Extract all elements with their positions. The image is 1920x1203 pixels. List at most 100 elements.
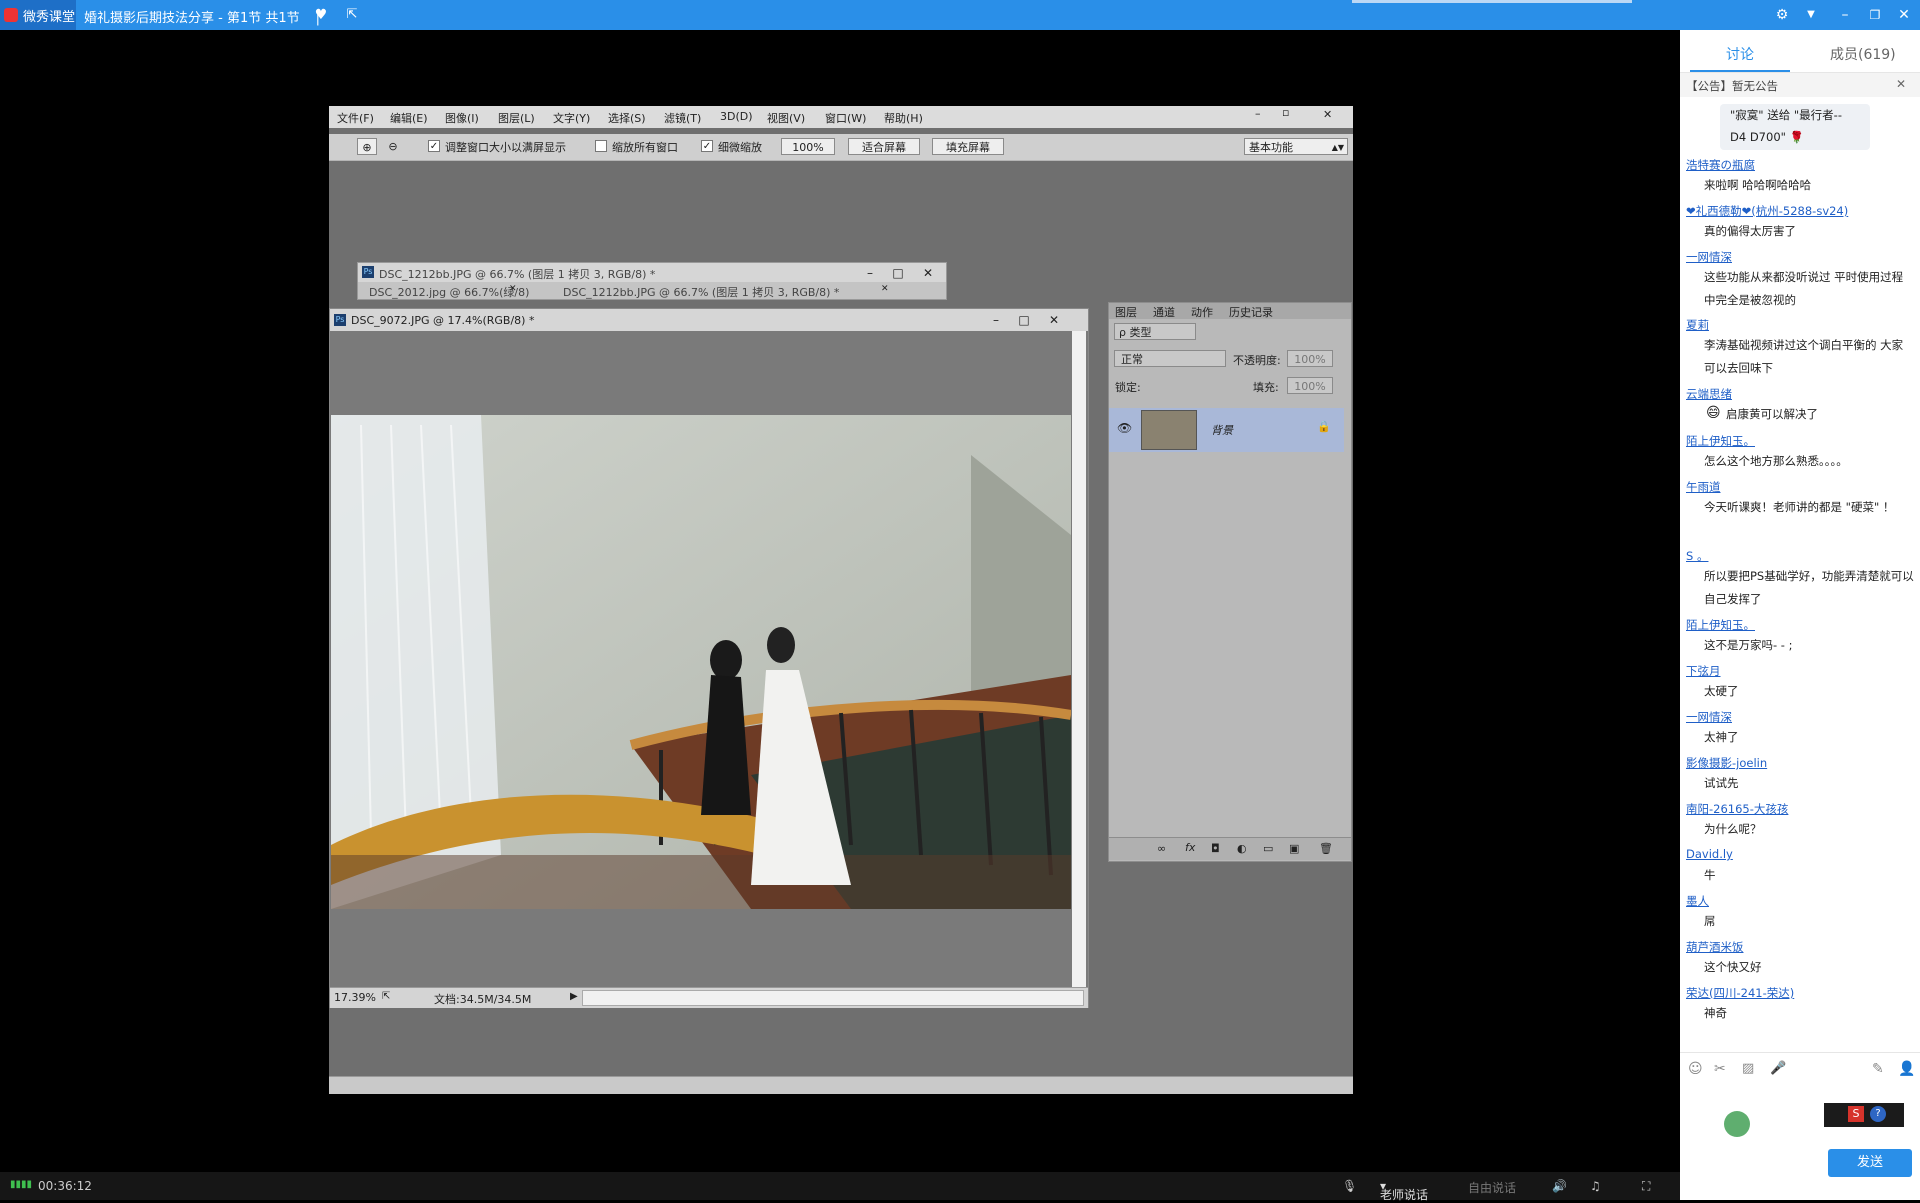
scissors-icon[interactable]: ✂: [1714, 1061, 1726, 1077]
chat-username[interactable]: 浩特赛の瓶腐: [1686, 157, 1755, 173]
zoom-out-icon[interactable]: ⊖: [383, 138, 403, 155]
layer-row-background[interactable]: 👁 背景 🔒: [1109, 408, 1344, 452]
tab-members[interactable]: 成员(619): [1830, 44, 1896, 64]
fill-input[interactable]: 100%: [1287, 377, 1333, 394]
zoom-level[interactable]: 17.39%: [334, 991, 376, 1004]
fit-screen-button[interactable]: 适合屏幕: [848, 138, 920, 155]
layer-kind-filter[interactable]: ρ 类型: [1114, 323, 1196, 340]
doc-back-close-icon[interactable]: ✕: [918, 265, 938, 281]
send-button[interactable]: 发送: [1828, 1149, 1912, 1177]
horizontal-scrollbar[interactable]: [582, 990, 1084, 1006]
doc-tab-1-close-icon[interactable]: ✕: [509, 284, 517, 294]
ps-restore-icon[interactable]: ▫: [1282, 106, 1289, 119]
menu-image[interactable]: 图像(I): [445, 110, 479, 126]
zoom-in-icon[interactable]: ⊕: [357, 138, 377, 155]
chat-username[interactable]: 南阳-26165-大孩孩: [1686, 801, 1788, 817]
image-icon[interactable]: ▨: [1742, 1061, 1754, 1076]
menu-select[interactable]: 选择(S): [608, 110, 646, 126]
mic-icon[interactable]: 🎤: [1770, 1061, 1786, 1076]
scrubby-zoom-checkbox[interactable]: ✓: [701, 140, 713, 152]
trash-icon[interactable]: 🗑: [1319, 842, 1333, 855]
doc-tab-1[interactable]: DSC_2012.jpg @ 66.7%(绿/8): [369, 284, 529, 300]
tab-layers[interactable]: 图层: [1115, 304, 1137, 320]
menu-filter[interactable]: 滤镜(T): [664, 110, 701, 126]
free-talk-mode[interactable]: 自由说话: [1468, 1179, 1516, 1196]
menu-help[interactable]: 帮助(H): [884, 110, 923, 126]
tab-discussion[interactable]: 讨论: [1726, 44, 1754, 64]
app-logo[interactable]: 微秀课堂: [0, 0, 76, 30]
menu-type[interactable]: 文字(Y): [553, 110, 590, 126]
tab-actions[interactable]: 动作: [1191, 304, 1213, 320]
fx-icon[interactable]: fx: [1185, 841, 1195, 854]
chat-username[interactable]: 一网情深: [1686, 709, 1732, 725]
chat-username[interactable]: 下弦月: [1686, 663, 1721, 679]
doc-front-restore-icon[interactable]: □: [1014, 312, 1034, 328]
adjustment-icon[interactable]: ◐: [1237, 842, 1247, 855]
smiley-icon[interactable]: ☺: [1688, 1061, 1703, 1077]
new-layer-icon[interactable]: ▣: [1289, 842, 1299, 855]
menu-view[interactable]: 视图(V): [767, 110, 805, 126]
mic-muted-icon[interactable]: 🎙: [1342, 1179, 1357, 1193]
visibility-eye-icon[interactable]: 👁: [1117, 421, 1132, 435]
ime-toolbar[interactable]: S ?: [1824, 1103, 1904, 1127]
chat-username[interactable]: 午雨道: [1686, 479, 1721, 495]
ps-minimize-icon[interactable]: –: [1255, 107, 1261, 120]
doc-front-minimize-icon[interactable]: –: [986, 312, 1006, 328]
chat-username[interactable]: 葫芦酒米饭: [1686, 939, 1744, 955]
mask-icon[interactable]: ◘: [1211, 842, 1220, 855]
status-arrow-icon[interactable]: ▶: [570, 991, 578, 1002]
chat-username[interactable]: 夏莉: [1686, 317, 1709, 333]
dropdown-icon[interactable]: ▼: [1802, 6, 1820, 24]
doc-back-restore-icon[interactable]: □: [888, 265, 908, 281]
menu-3d[interactable]: 3D(D): [720, 110, 753, 123]
ps-close-icon[interactable]: ✕: [1323, 108, 1332, 121]
doc-tab-2-close-icon[interactable]: ✕: [881, 284, 889, 294]
menu-file[interactable]: 文件(F): [337, 110, 374, 126]
chat-username[interactable]: 陌上伊知玉。: [1686, 617, 1755, 633]
menu-window[interactable]: 窗口(W): [825, 110, 866, 126]
doc-back-minimize-icon[interactable]: –: [860, 265, 880, 281]
restore-icon[interactable]: ❐: [1866, 6, 1884, 24]
chat-username[interactable]: S 。: [1686, 548, 1708, 564]
tab-history[interactable]: 历史记录: [1229, 304, 1273, 320]
menu-layer[interactable]: 图层(L): [498, 110, 535, 126]
chat-username[interactable]: ❤礼西德勒❤(杭州-5288-sv24): [1686, 203, 1848, 219]
chat-username[interactable]: 影像摄影-joelin: [1686, 755, 1767, 771]
notice-close-icon[interactable]: ✕: [1896, 77, 1906, 91]
doc-window-back[interactable]: Ps DSC_1212bb.JPG @ 66.7% (图层 1 拷贝 3, RG…: [357, 262, 947, 300]
opacity-input[interactable]: 100%: [1287, 350, 1333, 367]
resize-windows-checkbox[interactable]: ✓: [428, 140, 440, 152]
volume-icon[interactable]: 🔊: [1552, 1179, 1567, 1193]
blend-mode-select[interactable]: 正常: [1114, 350, 1226, 367]
menu-edit[interactable]: 编辑(E): [390, 110, 428, 126]
doc-front-close-icon[interactable]: ✕: [1044, 312, 1064, 328]
chat-username[interactable]: 一网情深: [1686, 249, 1732, 265]
tab-channels[interactable]: 通道: [1153, 304, 1175, 320]
export-icon[interactable]: ⇱: [382, 991, 390, 1002]
help-icon[interactable]: ?: [1870, 1106, 1886, 1122]
workspace-select[interactable]: 基本功能 ▲▼: [1244, 138, 1348, 155]
gear-icon[interactable]: ⚙: [1773, 6, 1791, 24]
zoom-all-checkbox[interactable]: [595, 140, 607, 152]
zoom-100-button[interactable]: 100%: [781, 138, 835, 155]
chat-username[interactable]: 陌上伊知玉。: [1686, 433, 1755, 449]
chat-username[interactable]: 云端思绪: [1686, 386, 1732, 402]
music-icon[interactable]: ♫: [1590, 1179, 1601, 1193]
share-icon[interactable]: ⇱: [343, 6, 361, 24]
doc-window-front[interactable]: Ps DSC_9072.JPG @ 17.4%(RGB/8) * – □ ✕ 1…: [329, 308, 1089, 1008]
folder-icon[interactable]: ▭: [1263, 842, 1273, 855]
fill-screen-button[interactable]: 填充屏幕: [932, 138, 1004, 155]
minimize-icon[interactable]: –: [1836, 6, 1854, 24]
vertical-scrollbar[interactable]: [1072, 331, 1086, 987]
doc-tab-2[interactable]: DSC_1212bb.JPG @ 66.7% (图层 1 拷贝 3, RGB/8…: [563, 284, 839, 300]
chat-username[interactable]: 墨人: [1686, 893, 1709, 909]
close-icon[interactable]: ✕: [1895, 6, 1913, 24]
chat-username[interactable]: David.ly: [1686, 847, 1733, 861]
link-icon[interactable]: ∞: [1157, 842, 1166, 855]
heart-icon[interactable]: ♥: [312, 6, 330, 24]
fullscreen-icon[interactable]: ⛶: [1642, 1179, 1650, 1194]
edit-icon[interactable]: ✎: [1872, 1061, 1884, 1077]
chat-username[interactable]: 荣达(四川-241-荣达): [1686, 985, 1794, 1001]
teacher-talk-mode[interactable]: 老师说话 ▾: [1380, 1179, 1428, 1202]
user-icon[interactable]: 👤: [1898, 1061, 1915, 1077]
